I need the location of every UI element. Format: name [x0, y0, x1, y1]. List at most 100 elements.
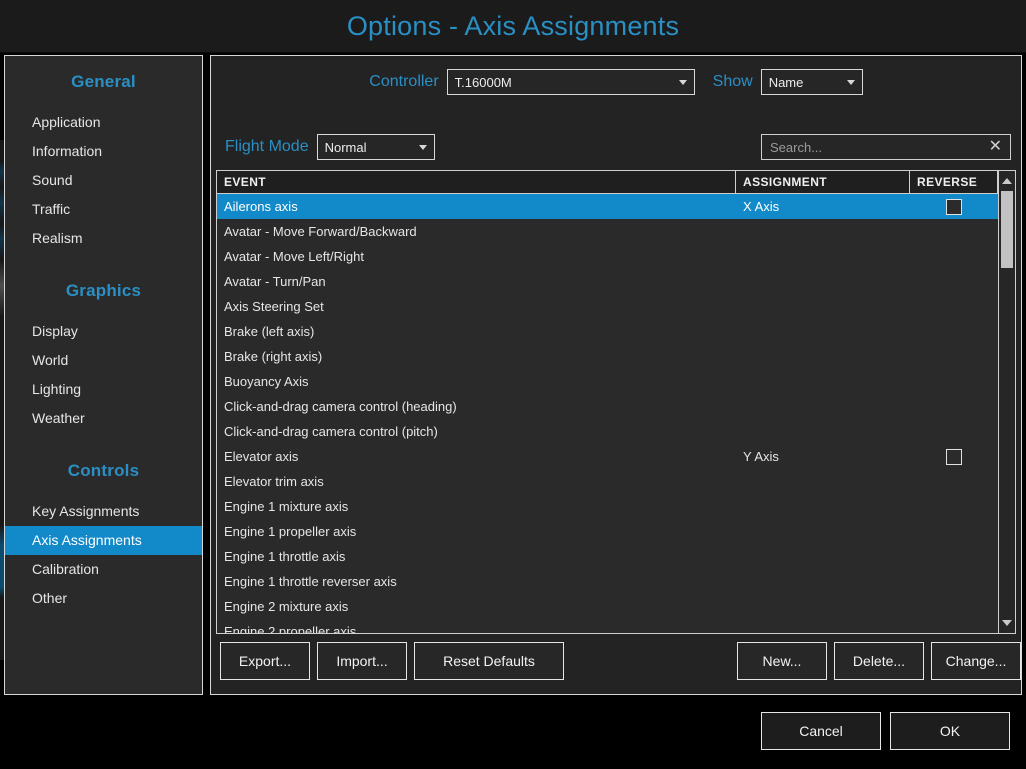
table-row[interactable]: Avatar - Move Left/Right [217, 244, 998, 269]
table-action-buttons: Export... Import... Reset Defaults New..… [211, 642, 1021, 680]
sidebar-item-label: Display [32, 323, 78, 339]
chevron-down-icon [418, 145, 427, 150]
table-row[interactable]: Click-and-drag camera control (pitch) [217, 419, 998, 444]
table-row[interactable]: Engine 1 mixture axis [217, 494, 998, 519]
sidebar-item-traffic[interactable]: Traffic [5, 195, 202, 224]
delete-button[interactable]: Delete... [834, 642, 924, 680]
controller-label: Controller [369, 73, 439, 90]
table-row[interactable]: Avatar - Move Forward/Backward [217, 219, 998, 244]
cell-event: Engine 1 propeller axis [224, 524, 357, 539]
search-placeholder: Search... [770, 139, 823, 155]
sidebar-item-calibration[interactable]: Calibration [5, 555, 202, 584]
controller-row: Controller T.16000M Show Name [211, 69, 1021, 95]
controller-dropdown-value: T.16000M [454, 74, 512, 90]
cell-event: Avatar - Move Left/Right [224, 249, 364, 264]
table-row[interactable]: Engine 1 throttle reverser axis [217, 569, 998, 594]
sidebar-group-spacer [5, 56, 202, 72]
sidebar-item-label: Weather [32, 410, 85, 426]
table-row[interactable]: Buoyancy Axis [217, 369, 998, 394]
cell-event: Elevator trim axis [224, 474, 324, 489]
sidebar-title-spacer [5, 481, 202, 497]
reverse-checkbox[interactable] [946, 448, 962, 465]
sidebar-item-key-assignments[interactable]: Key Assignments [5, 497, 202, 526]
sidebar-group-title-graphics: Graphics [65, 281, 142, 300]
table-body: Ailerons axis X Axis Avatar - Move Forward… [217, 194, 998, 633]
scrollbar-thumb[interactable] [1001, 191, 1013, 268]
cell-reverse [910, 198, 998, 215]
new-button[interactable]: New... [737, 642, 827, 680]
clear-search-icon[interactable]: ✕ [987, 139, 1004, 155]
cell-event: Brake (right axis) [224, 349, 323, 364]
search-input[interactable]: Search... ✕ [761, 134, 1011, 160]
import-button[interactable]: Import... [317, 642, 407, 680]
table-row[interactable]: Axis Steering Set [217, 294, 998, 319]
sidebar-item-label: Key Assignments [32, 503, 140, 519]
cell-event: Avatar - Turn/Pan [224, 274, 326, 289]
chevron-down-icon [678, 80, 687, 85]
column-header-assignment[interactable]: ASSIGNMENT [736, 171, 910, 193]
cell-event: Engine 2 propeller axis [224, 624, 357, 633]
table-row[interactable]: Engine 2 mixture axis [217, 594, 998, 619]
sidebar-item-sound[interactable]: Sound [5, 166, 202, 195]
change-button[interactable]: Change... [931, 642, 1021, 680]
sidebar-item-label: Calibration [32, 561, 99, 577]
sidebar-item-display[interactable]: Display [5, 317, 202, 346]
table-row[interactable]: Engine 2 propeller axis [217, 619, 998, 633]
table-row[interactable]: Brake (right axis) [217, 344, 998, 369]
sidebar-item-label: Sound [32, 172, 73, 188]
sidebar-item-label: Traffic [32, 201, 71, 217]
export-button[interactable]: Export... [220, 642, 310, 680]
sidebar-item-lighting[interactable]: Lighting [5, 375, 202, 404]
table-header-row: EVENT ASSIGNMENT REVERSE [217, 171, 1015, 194]
cell-event: Axis Steering Set [224, 299, 324, 314]
sidebar-item-label: Axis Assignments [32, 532, 142, 548]
sidebar-item-label: World [32, 352, 69, 368]
flight-mode-label: Flight Mode [225, 138, 309, 155]
sidebar-item-other[interactable]: Other [5, 584, 202, 613]
show-dropdown[interactable]: Name [760, 69, 863, 95]
sidebar-item-application[interactable]: Application [5, 108, 202, 137]
table-row[interactable]: Click-and-drag camera control (heading) [217, 394, 998, 419]
cell-event: Engine 2 mixture axis [224, 599, 349, 614]
sidebar-item-axis-assignments[interactable]: Axis Assignments [5, 526, 202, 555]
scroll-up-arrow-icon[interactable] [999, 173, 1015, 189]
cell-reverse [910, 448, 998, 465]
reset-defaults-button[interactable]: Reset Defaults [414, 642, 564, 680]
controller-dropdown[interactable]: T.16000M [446, 69, 695, 95]
ok-button[interactable]: OK [890, 712, 1010, 750]
flight-mode-dropdown[interactable]: Normal [316, 134, 435, 160]
cell-event: Click-and-drag camera control (pitch) [224, 424, 438, 439]
reverse-checkbox[interactable] [946, 198, 962, 215]
cell-event: Buoyancy Axis [224, 374, 309, 389]
table-row[interactable]: Avatar - Turn/Pan [217, 269, 998, 294]
show-label: Show [712, 73, 753, 90]
cell-event: Brake (left axis) [224, 324, 315, 339]
sidebar-group-title-general: General [71, 72, 136, 91]
page-title: Options - Axis Assignments [346, 10, 680, 41]
table-vertical-scrollbar[interactable] [998, 171, 1015, 633]
cancel-button[interactable]: Cancel [761, 712, 881, 750]
sidebar-item-label: Lighting [32, 381, 82, 397]
table-row[interactable]: Ailerons axis X Axis [217, 194, 998, 219]
sidebar-group-spacer [5, 253, 202, 281]
sidebar-item-information[interactable]: Information [5, 137, 202, 166]
sidebar-item-world[interactable]: World [5, 346, 202, 375]
sidebar-item-realism[interactable]: Realism [5, 224, 202, 253]
column-header-reverse[interactable]: REVERSE [910, 171, 998, 193]
cell-event: Ailerons axis [224, 199, 298, 214]
cell-event: Engine 1 mixture axis [224, 499, 349, 514]
table-row[interactable]: Elevator trim axis [217, 469, 998, 494]
sidebar-title-spacer [5, 92, 202, 108]
show-dropdown-value: Name [768, 74, 804, 90]
table-row[interactable]: Engine 1 propeller axis [217, 519, 998, 544]
table-row[interactable]: Brake (left axis) [217, 319, 998, 344]
column-header-event[interactable]: EVENT [217, 171, 736, 193]
settings-sidebar: General Application Information Sound Traffi… [4, 55, 203, 695]
table-row[interactable]: Engine 1 throttle axis [217, 544, 998, 569]
table-row[interactable]: Elevator axis Y Axis [217, 444, 998, 469]
flight-mode-dropdown-value: Normal [324, 139, 367, 155]
sidebar-item-weather[interactable]: Weather [5, 404, 202, 433]
cell-event: Engine 1 throttle axis [224, 549, 346, 564]
scroll-down-arrow-icon[interactable] [999, 615, 1015, 631]
cell-assignment: X Axis [743, 199, 780, 214]
